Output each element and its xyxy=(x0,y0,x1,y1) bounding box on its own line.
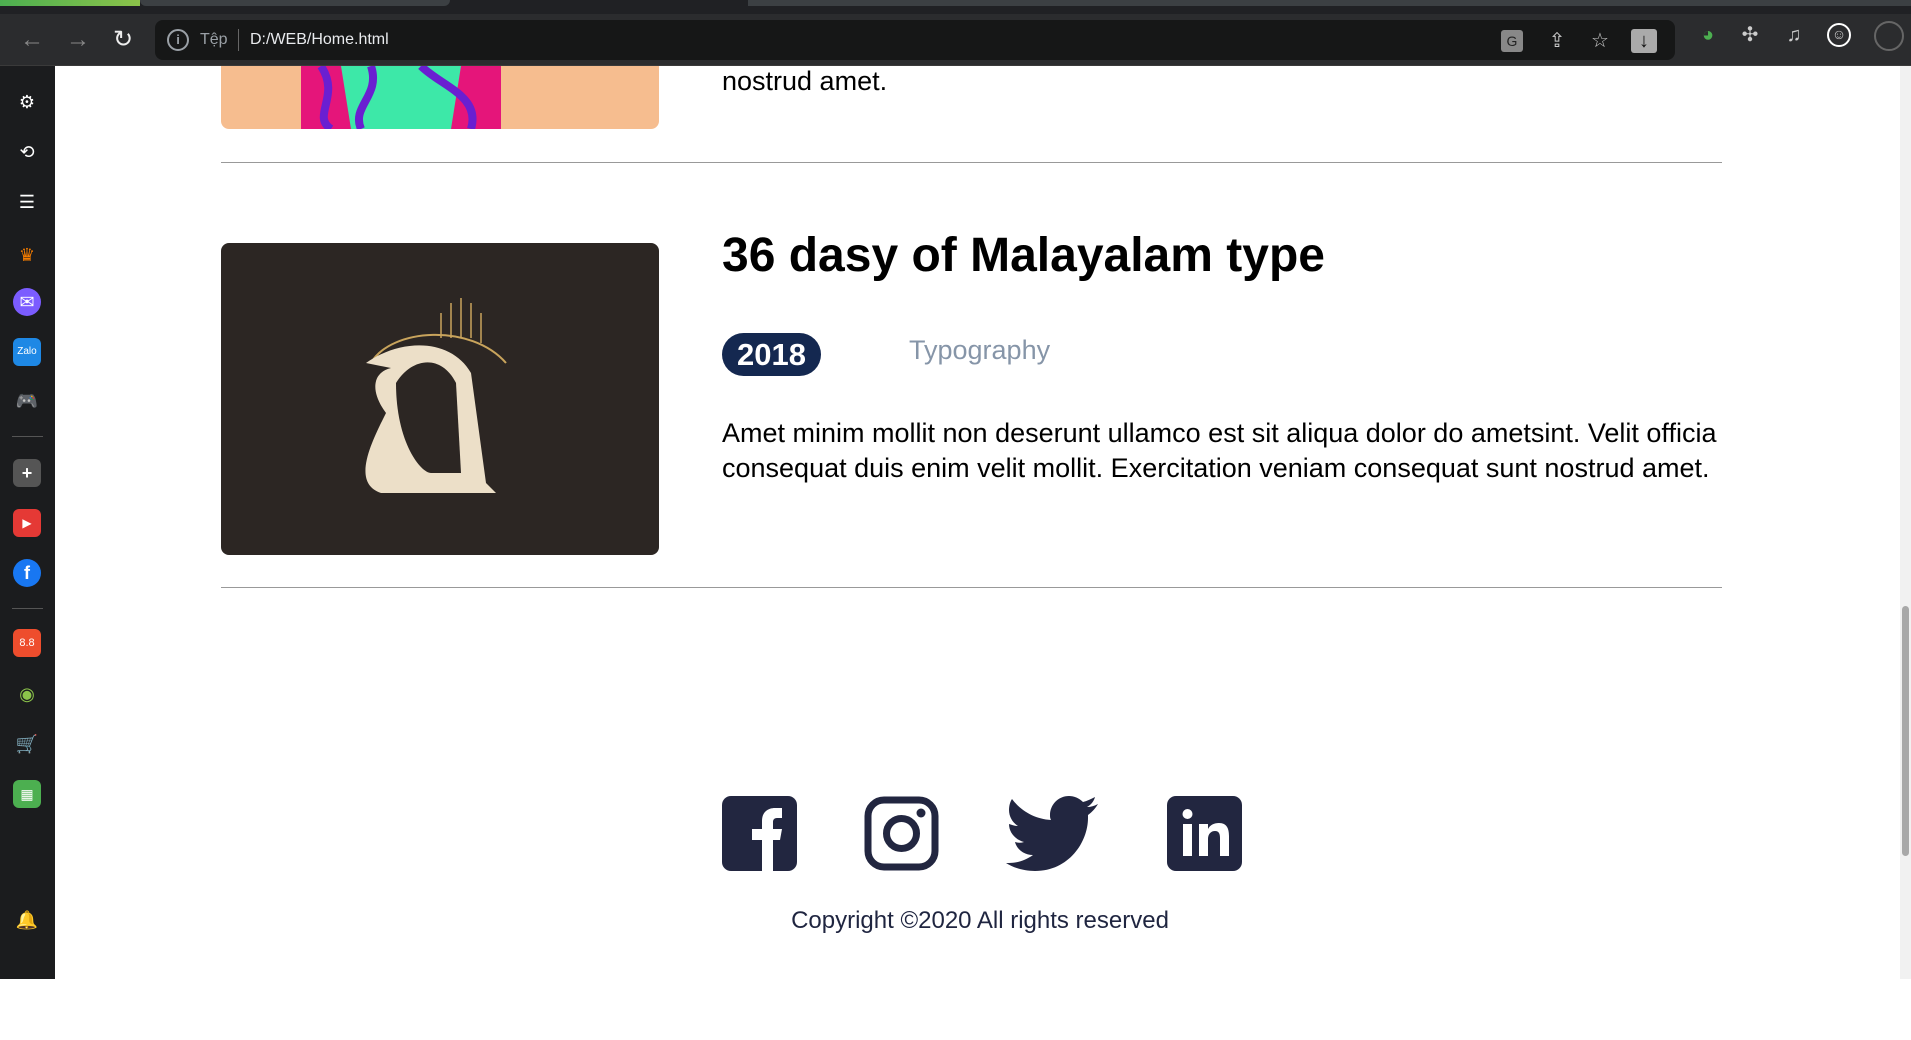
divider xyxy=(221,162,1722,163)
browser-sidebar: ⚙ ⟲ ☰ ♛ ✉ Zalo 🎮 + ▶ f 8.8 ◉ 🛒 ▦ 🔔 ••• xyxy=(0,66,55,1036)
project-title[interactable]: 36 dasy of Malayalam type xyxy=(722,228,1325,283)
back-icon[interactable]: ← xyxy=(16,24,48,56)
shopee-icon[interactable]: 8.8 xyxy=(13,629,41,657)
twitter-icon[interactable] xyxy=(1006,796,1099,871)
reload-icon[interactable]: ↻ xyxy=(107,24,139,56)
media-icon[interactable]: ♫ xyxy=(1781,23,1807,47)
messenger-icon[interactable]: ✉ xyxy=(13,288,41,316)
extensions-icon[interactable]: ✣ xyxy=(1737,23,1763,47)
scrollbar[interactable] xyxy=(1900,66,1911,979)
malayalam-letter-image xyxy=(365,298,507,493)
facebook-icon[interactable]: f xyxy=(13,559,41,587)
browser-toolbar: ← → ↻ i Tệp D:/WEB/Home.html G ⇪ ☆ ↓ ◕ ✣… xyxy=(0,14,1911,66)
more-icon[interactable]: ••• xyxy=(13,1018,41,1040)
bell-icon[interactable]: 🔔 xyxy=(13,906,41,934)
instagram-icon[interactable] xyxy=(864,796,939,871)
bookmark-star-icon[interactable]: ☆ xyxy=(1587,29,1613,53)
sheets-icon[interactable]: ▦ xyxy=(13,780,41,808)
copyright-text: Copyright ©2020 All rights reserved xyxy=(791,907,1169,934)
crown-icon[interactable]: ♛ xyxy=(13,241,41,269)
shop-icon[interactable]: 🛒 xyxy=(13,730,41,758)
info-icon[interactable]: i xyxy=(167,29,189,51)
url-text[interactable]: D:/WEB/Home.html xyxy=(250,31,389,49)
scheme-label: Tệp xyxy=(200,31,228,48)
idm-icon[interactable]: ◕ xyxy=(1695,23,1721,47)
extension-icon[interactable]: ◉ xyxy=(13,680,41,708)
prev-description-tail: nostrud amet. xyxy=(722,66,888,96)
games-icon[interactable]: 🎮 xyxy=(13,387,41,415)
translate-icon[interactable]: G xyxy=(1501,30,1523,52)
facebook-icon[interactable] xyxy=(722,796,797,871)
divider xyxy=(12,436,43,437)
scrollbar-thumb[interactable] xyxy=(1902,606,1909,856)
illustration-image xyxy=(301,66,501,129)
linkedin-icon[interactable] xyxy=(1167,796,1242,871)
tab-strip xyxy=(0,0,1911,14)
youtube-icon[interactable]: ▶ xyxy=(13,509,41,537)
divider xyxy=(12,608,43,609)
divider xyxy=(221,587,1722,588)
zalo-icon[interactable]: Zalo xyxy=(13,338,41,366)
profile-icon[interactable]: ☺ xyxy=(1827,23,1851,47)
tab[interactable] xyxy=(140,0,450,6)
share-icon[interactable]: ⇪ xyxy=(1544,29,1570,53)
project-image xyxy=(221,66,659,129)
add-icon[interactable]: + xyxy=(13,459,41,487)
category-label: Typography xyxy=(909,335,1051,365)
project-description: Amet minim mollit non deserunt ullamco e… xyxy=(722,418,1717,483)
project-image xyxy=(221,243,659,555)
reading-list-icon[interactable]: ☰ xyxy=(13,188,41,216)
loading-circle-icon xyxy=(1874,21,1904,51)
settings-icon[interactable]: ⚙ xyxy=(13,88,41,116)
tab[interactable] xyxy=(748,0,1911,6)
tab-active-indicator[interactable] xyxy=(0,0,140,6)
history-icon[interactable]: ⟲ xyxy=(13,138,41,166)
download-icon[interactable]: ↓ xyxy=(1631,29,1657,53)
year-badge: 2018 xyxy=(722,333,821,376)
forward-icon[interactable]: → xyxy=(62,24,94,56)
address-bar[interactable]: i Tệp D:/WEB/Home.html G ⇪ ☆ ↓ xyxy=(155,20,1675,60)
divider xyxy=(238,29,239,51)
